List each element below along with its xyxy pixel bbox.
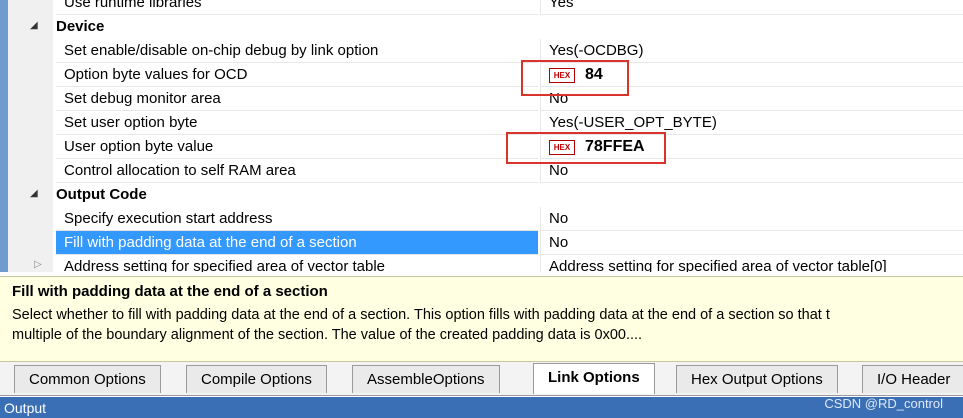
output-panel-header[interactable]: Output <box>0 397 963 418</box>
grid-left-border <box>0 0 8 272</box>
expand-arrow-icon[interactable]: ▷ <box>34 258 48 272</box>
description-panel: Fill with padding data at the end of a s… <box>0 276 963 362</box>
property-row-execution-start[interactable]: Specify execution start address No <box>8 207 963 231</box>
category-label: Output Code <box>56 186 147 203</box>
property-row-onchip-debug[interactable]: Set enable/disable on-chip debug by link… <box>8 39 963 63</box>
property-grid: Use runtime libraries Yes ◢ Device Set e… <box>0 0 963 272</box>
tab-link-options[interactable]: Link Options <box>533 363 655 394</box>
property-name: Set enable/disable on-chip debug by link… <box>56 39 538 63</box>
options-tab-bar: Common Options Compile Options AssembleO… <box>0 362 963 396</box>
property-name: Use runtime libraries <box>56 0 538 15</box>
collapse-arrow-icon[interactable]: ◢ <box>30 19 44 33</box>
tab-compile-options[interactable]: Compile Options <box>186 365 327 393</box>
property-row-self-ram[interactable]: Control allocation to self RAM area No <box>8 159 963 183</box>
tab-assemble-options[interactable]: AssembleOptions <box>352 365 500 393</box>
highlight-box <box>521 60 629 96</box>
description-text: Select whether to fill with padding data… <box>12 307 830 343</box>
property-value[interactable]: No <box>540 231 963 255</box>
property-value[interactable]: Yes <box>540 0 963 15</box>
watermark: CSDN @RD_control <box>824 396 943 411</box>
tab-hex-output-options[interactable]: Hex Output Options <box>676 365 838 393</box>
property-name: Set user option byte <box>56 111 538 135</box>
property-row-vector-table[interactable]: ▷ Address setting for specified area of … <box>8 255 963 272</box>
property-name: Control allocation to self RAM area <box>56 159 538 183</box>
property-row-user-option-byte-value[interactable]: User option byte value HEX 78FFEA <box>8 135 963 159</box>
property-name: User option byte value <box>56 135 538 159</box>
property-name: Address setting for specified area of ve… <box>56 255 538 272</box>
property-name: Option byte values for OCD <box>56 63 538 87</box>
property-name: Fill with padding data at the end of a s… <box>56 231 538 255</box>
category-label: Device <box>56 18 105 35</box>
description-title: Fill with padding data at the end of a s… <box>12 283 328 300</box>
property-row-ocd-option-byte[interactable]: Option byte values for OCD HEX 84 <box>8 63 963 87</box>
property-row-debug-monitor-area[interactable]: Set debug monitor area No <box>8 87 963 111</box>
category-output-code[interactable]: ◢ Output Code <box>8 183 963 207</box>
property-row-user-option-byte[interactable]: Set user option byte Yes(-USER_OPT_BYTE) <box>8 111 963 135</box>
property-name: Specify execution start address <box>56 207 538 231</box>
tab-common-options[interactable]: Common Options <box>14 365 161 393</box>
category-device[interactable]: ◢ Device <box>8 15 963 39</box>
tab-io-header[interactable]: I/O Header <box>862 365 963 393</box>
collapse-arrow-icon[interactable]: ◢ <box>30 187 44 201</box>
property-value[interactable]: Address setting for specified area of ve… <box>540 255 963 272</box>
highlight-box <box>506 132 666 164</box>
property-name: Set debug monitor area <box>56 87 538 111</box>
property-row-use-runtime-libraries[interactable]: Use runtime libraries Yes <box>8 0 963 15</box>
property-value[interactable]: No <box>540 207 963 231</box>
property-row-fill-padding[interactable]: Fill with padding data at the end of a s… <box>8 231 963 255</box>
